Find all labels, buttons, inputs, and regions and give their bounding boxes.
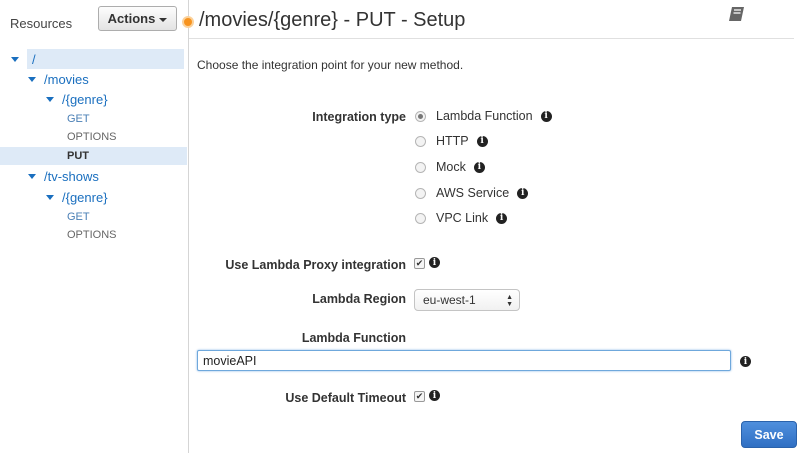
sidebar-header: Resources Actions — [0, 0, 188, 44]
select-arrows-icon: ▲ ▼ — [506, 294, 513, 308]
radio-button[interactable] — [415, 161, 426, 173]
radio-mock[interactable]: Mock i — [415, 157, 485, 177]
method-label: PUT — [67, 150, 89, 162]
method-label: OPTIONS — [67, 229, 117, 241]
tree-item-root[interactable]: / — [11, 49, 184, 69]
tree-method-options[interactable]: OPTIONS — [0, 226, 187, 244]
caret-down-icon — [159, 17, 168, 22]
info-icon[interactable]: i — [496, 212, 508, 224]
proxy-integration-checkbox[interactable]: ✔ — [414, 258, 425, 269]
method-label: OPTIONS — [67, 131, 117, 143]
tree-item-movies-genre[interactable]: /{genre} — [0, 89, 187, 109]
radio-vpc-link[interactable]: VPC Link i — [415, 208, 508, 228]
lambda-region-label: Lambda Region — [312, 292, 406, 306]
info-icon[interactable]: i — [429, 390, 440, 401]
radio-lambda-function[interactable]: Lambda Function i — [415, 106, 552, 126]
status-dot-icon — [182, 16, 194, 28]
tree-item-label: / — [32, 51, 36, 67]
tree-item-label: /{genre} — [62, 189, 108, 205]
tree-item-tv-shows-genre[interactable]: /{genre} — [0, 187, 187, 207]
lambda-region-select[interactable]: eu-west-1 ▲ ▼ — [414, 289, 520, 311]
tree-toggle-icon[interactable] — [46, 194, 54, 200]
radio-button[interactable] — [415, 212, 426, 224]
page-title: /movies/{genre} - PUT - Setup — [199, 9, 466, 31]
tree-item-movies[interactable]: /movies — [0, 69, 187, 89]
resources-label: Resources — [10, 16, 73, 31]
method-label: GET — [67, 113, 90, 125]
tree-method-put[interactable]: PUT — [0, 147, 187, 165]
radio-label: AWS Service — [436, 186, 510, 200]
lambda-region-value: eu-west-1 — [423, 293, 476, 307]
title-bar: /movies/{genre} - PUT - Setup — [182, 0, 794, 39]
tree-item-label: /{genre} — [62, 91, 108, 107]
default-timeout-checkbox[interactable]: ✔ — [414, 391, 425, 402]
actions-button[interactable]: Actions — [98, 6, 177, 31]
tree-toggle-icon[interactable] — [46, 96, 54, 102]
proxy-integration-label: Use Lambda Proxy integration — [225, 258, 406, 272]
tree-toggle-icon[interactable] — [28, 76, 36, 82]
info-icon[interactable]: i — [429, 257, 440, 268]
info-icon[interactable]: i — [473, 161, 485, 173]
lambda-function-label: Lambda Function — [301, 331, 406, 345]
tree-toggle-icon[interactable] — [28, 173, 36, 179]
tree-method-options[interactable]: OPTIONS — [0, 128, 187, 146]
radio-label: Mock — [436, 160, 466, 174]
radio-label: VPC Link — [436, 211, 489, 225]
default-timeout-label: Use Default Timeout — [285, 391, 406, 405]
intro-text: Choose the integration point for your ne… — [197, 58, 464, 72]
method-label: GET — [67, 211, 90, 223]
radio-label: HTTP — [436, 134, 469, 148]
tree-toggle-icon[interactable] — [11, 56, 19, 62]
info-icon[interactable]: i — [476, 135, 488, 147]
radio-button[interactable] — [415, 110, 426, 122]
save-button[interactable]: Save — [741, 421, 797, 448]
info-icon[interactable]: i — [517, 187, 529, 199]
tree-item-tv-shows[interactable]: /tv-shows — [0, 166, 187, 186]
lambda-function-input[interactable] — [197, 350, 731, 371]
method-setup-panel: /movies/{genre} - PUT - Setup Choose the… — [182, 0, 800, 453]
radio-http[interactable]: HTTP i — [415, 131, 488, 151]
notebook-icon[interactable] — [728, 6, 746, 27]
tree-method-get[interactable]: GET — [0, 208, 187, 226]
save-button-label: Save — [754, 427, 784, 442]
radio-button[interactable] — [415, 187, 426, 199]
tree-method-get[interactable]: GET — [0, 110, 187, 128]
tree-item-label: /movies — [44, 71, 89, 87]
resources-sidebar: Resources Actions / /movies /{genre} GET… — [0, 0, 189, 453]
tree-item-label: /tv-shows — [44, 168, 99, 184]
radio-aws-service[interactable]: AWS Service i — [415, 183, 529, 203]
info-icon[interactable]: i — [740, 356, 751, 367]
integration-type-label: Integration type — [312, 110, 406, 124]
radio-label: Lambda Function — [436, 109, 533, 123]
radio-button[interactable] — [415, 135, 426, 147]
info-icon[interactable]: i — [540, 110, 552, 122]
actions-button-label: Actions — [107, 11, 156, 26]
